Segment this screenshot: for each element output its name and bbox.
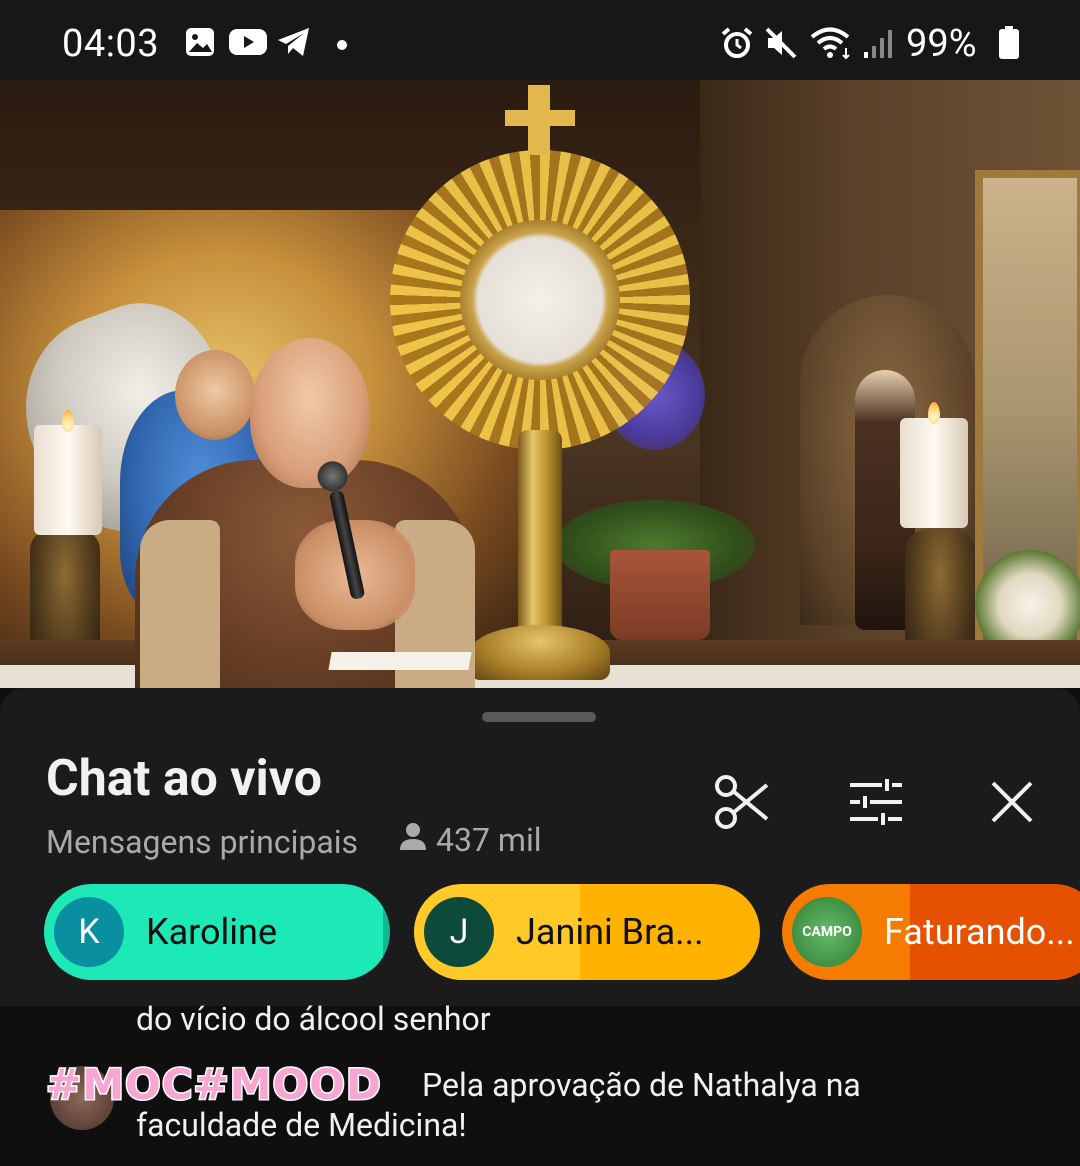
close-icon <box>990 780 1034 828</box>
candle-flame-right <box>928 402 940 424</box>
viewer-count: 437 mil <box>398 821 542 859</box>
avatar: K <box>54 897 124 967</box>
status-bar: 04:03 99% <box>0 0 1080 80</box>
flower-pot <box>610 550 710 640</box>
gallery-icon <box>184 26 216 62</box>
alarm-icon <box>720 26 754 64</box>
supporter-name: Janini Bra... <box>516 911 704 953</box>
live-chat-sheet: Chat ao vivo Mensagens principais 437 mi… <box>0 688 1080 1166</box>
supporter-pill-karoline[interactable]: K Karoline <box>44 884 390 980</box>
chat-filter-button[interactable] <box>846 774 906 834</box>
scissors-icon <box>713 773 771 835</box>
monstrance-lunette <box>460 220 620 380</box>
monstrance-cross-bar <box>505 110 575 126</box>
status-time: 04:03 <box>62 22 160 66</box>
battery-icon <box>998 26 1020 64</box>
friar-head <box>250 338 370 488</box>
signal-icon <box>862 26 896 64</box>
avatar: J <box>424 897 494 967</box>
open-book <box>328 652 472 670</box>
supporter-pill-janini[interactable]: J Janini Bra... <box>414 884 760 980</box>
chat-header: Chat ao vivo Mensagens principais 437 mi… <box>0 688 1080 1006</box>
painting-head <box>175 350 255 440</box>
close-chat-button[interactable] <box>982 774 1042 834</box>
drag-handle[interactable] <box>482 712 596 722</box>
filter-sliders-icon <box>848 777 904 831</box>
battery-percentage: 99% <box>906 22 977 66</box>
clip-button[interactable] <box>712 774 772 834</box>
wifi-icon <box>810 26 854 64</box>
viewer-count-text: 437 mil <box>436 821 542 859</box>
chat-message-text: Pela aprovação de Nathalya na <box>422 1066 861 1104</box>
chat-message-text: do vício do álcool senhor <box>136 1000 491 1038</box>
supporter-pill-faturando[interactable]: CAMPO Faturando... <box>782 884 1080 980</box>
candle-left <box>34 425 102 535</box>
person-icon <box>398 821 428 859</box>
monstrance-base <box>470 625 610 680</box>
supporter-name: Faturando... <box>884 911 1075 953</box>
chat-message-text-cont: faculdade de Medicina! <box>136 1106 467 1144</box>
video-player[interactable] <box>0 80 1080 688</box>
chat-title: Chat ao vivo <box>46 750 322 808</box>
chat-message-list[interactable]: do vício do álcool senhor #MOC#MOOD Pela… <box>0 1000 1080 1166</box>
friar-sleeve-left <box>140 520 220 688</box>
chat-author-badge: #MOC#MOOD <box>45 1059 383 1111</box>
mute-icon <box>764 26 798 64</box>
supporter-name: Karoline <box>146 911 278 953</box>
candle-flame-left <box>62 410 74 432</box>
avatar: CAMPO <box>792 897 862 967</box>
chat-mode-selector[interactable]: Mensagens principais <box>46 823 358 861</box>
youtube-icon <box>228 26 268 62</box>
dot-icon <box>336 36 348 55</box>
telegram-icon <box>276 26 312 62</box>
candle-right <box>900 418 968 528</box>
